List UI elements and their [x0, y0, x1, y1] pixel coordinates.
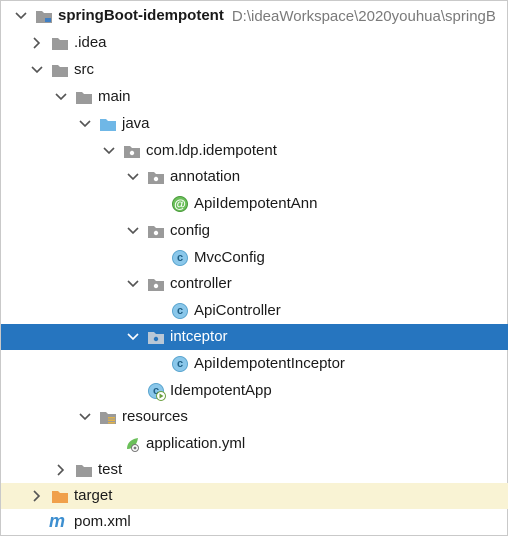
folder-icon [75, 461, 93, 479]
package-label: controller [170, 275, 232, 292]
tree-row-java[interactable]: java [1, 111, 508, 137]
excluded-folder-icon [51, 487, 69, 505]
folder-icon [51, 34, 69, 52]
chevron-down-icon[interactable] [53, 84, 69, 110]
folder-label: resources [122, 408, 188, 425]
tree-row-intceptor[interactable]: intceptor [1, 324, 508, 350]
tree-row-config[interactable]: config [1, 218, 508, 244]
package-label: config [170, 222, 211, 239]
tree-row-resources[interactable]: resources [1, 404, 508, 430]
package-icon [147, 168, 165, 186]
tree-row-app-class[interactable]: c IdempotentApp [1, 378, 508, 404]
chevron-down-icon[interactable] [125, 164, 141, 190]
source-folder-icon [99, 115, 117, 133]
tree-row-main[interactable]: main [1, 84, 508, 110]
tree-row-config-class[interactable]: c MvcConfig [1, 245, 508, 271]
file-label: pom.xml [74, 513, 131, 530]
package-icon [147, 275, 165, 293]
chevron-down-icon[interactable] [125, 218, 141, 244]
project-tree[interactable]: springBoot-idempotent D:\ideaWorkspace\2… [0, 0, 508, 536]
tree-row-intceptor-class[interactable]: c ApiIdempotentInceptor [1, 351, 508, 377]
annotation-icon: @ [171, 195, 189, 213]
chevron-down-icon[interactable] [101, 138, 117, 164]
tree-row-target[interactable]: target [1, 483, 508, 509]
folder-icon [51, 61, 69, 79]
class-icon: c [171, 302, 189, 320]
run-badge-icon [156, 391, 166, 401]
file-label: ApiIdempotentInceptor [194, 355, 345, 372]
tree-row-application-yml[interactable]: application.yml [1, 431, 508, 457]
file-label: ApiIdempotentAnn [194, 195, 318, 212]
package-icon [123, 142, 141, 160]
resources-folder-icon [99, 408, 117, 426]
chevron-down-icon[interactable] [77, 404, 93, 430]
module-folder-icon [35, 7, 53, 25]
project-path: D:\ideaWorkspace\2020youhua\springB [231, 7, 496, 25]
tree-row-project-root[interactable]: springBoot-idempotent D:\ideaWorkspace\2… [1, 3, 508, 29]
package-label: annotation [170, 168, 241, 185]
spring-boot-class-icon: c [147, 382, 166, 401]
class-icon: c [171, 249, 189, 267]
chevron-right-icon[interactable] [53, 457, 69, 483]
tree-row-package[interactable]: com.ldp.idempotent [1, 138, 508, 164]
tree-row-annotation-class[interactable]: @ ApiIdempotentAnn [1, 191, 508, 217]
folder-label: .idea [74, 34, 107, 51]
folder-label: target [74, 487, 113, 504]
chevron-down-icon[interactable] [125, 324, 141, 350]
package-label: intceptor [170, 328, 228, 345]
chevron-right-icon[interactable] [29, 483, 45, 509]
tree-row-annotation[interactable]: annotation [1, 164, 508, 190]
folder-label: test [98, 461, 123, 478]
tree-row-controller[interactable]: controller [1, 271, 508, 297]
folder-label: java [122, 115, 150, 132]
file-label: application.yml [146, 435, 246, 452]
folder-icon [75, 88, 93, 106]
tree-row-controller-class[interactable]: c ApiController [1, 298, 508, 324]
chevron-down-icon[interactable] [125, 271, 141, 297]
folder-label: main [98, 88, 131, 105]
file-label: ApiController [194, 302, 281, 319]
tree-row-src[interactable]: src [1, 57, 508, 83]
chevron-down-icon[interactable] [29, 57, 45, 83]
chevron-down-icon[interactable] [13, 3, 29, 29]
tree-row-pom[interactable]: m pom.xml [1, 509, 508, 535]
folder-label: src [74, 61, 94, 78]
class-icon: c [171, 355, 189, 373]
chevron-down-icon[interactable] [77, 111, 93, 137]
maven-icon: m [49, 511, 66, 531]
package-icon [147, 328, 165, 346]
file-label: MvcConfig [194, 249, 265, 266]
project-name: springBoot-idempotent [58, 7, 224, 24]
package-icon [147, 222, 165, 240]
package-label: com.ldp.idempotent [146, 142, 277, 159]
file-label: IdempotentApp [170, 382, 272, 399]
tree-row-test[interactable]: test [1, 457, 508, 483]
chevron-right-icon[interactable] [29, 30, 45, 56]
tree-row-idea[interactable]: .idea [1, 30, 508, 56]
spring-config-file-icon [123, 435, 141, 453]
